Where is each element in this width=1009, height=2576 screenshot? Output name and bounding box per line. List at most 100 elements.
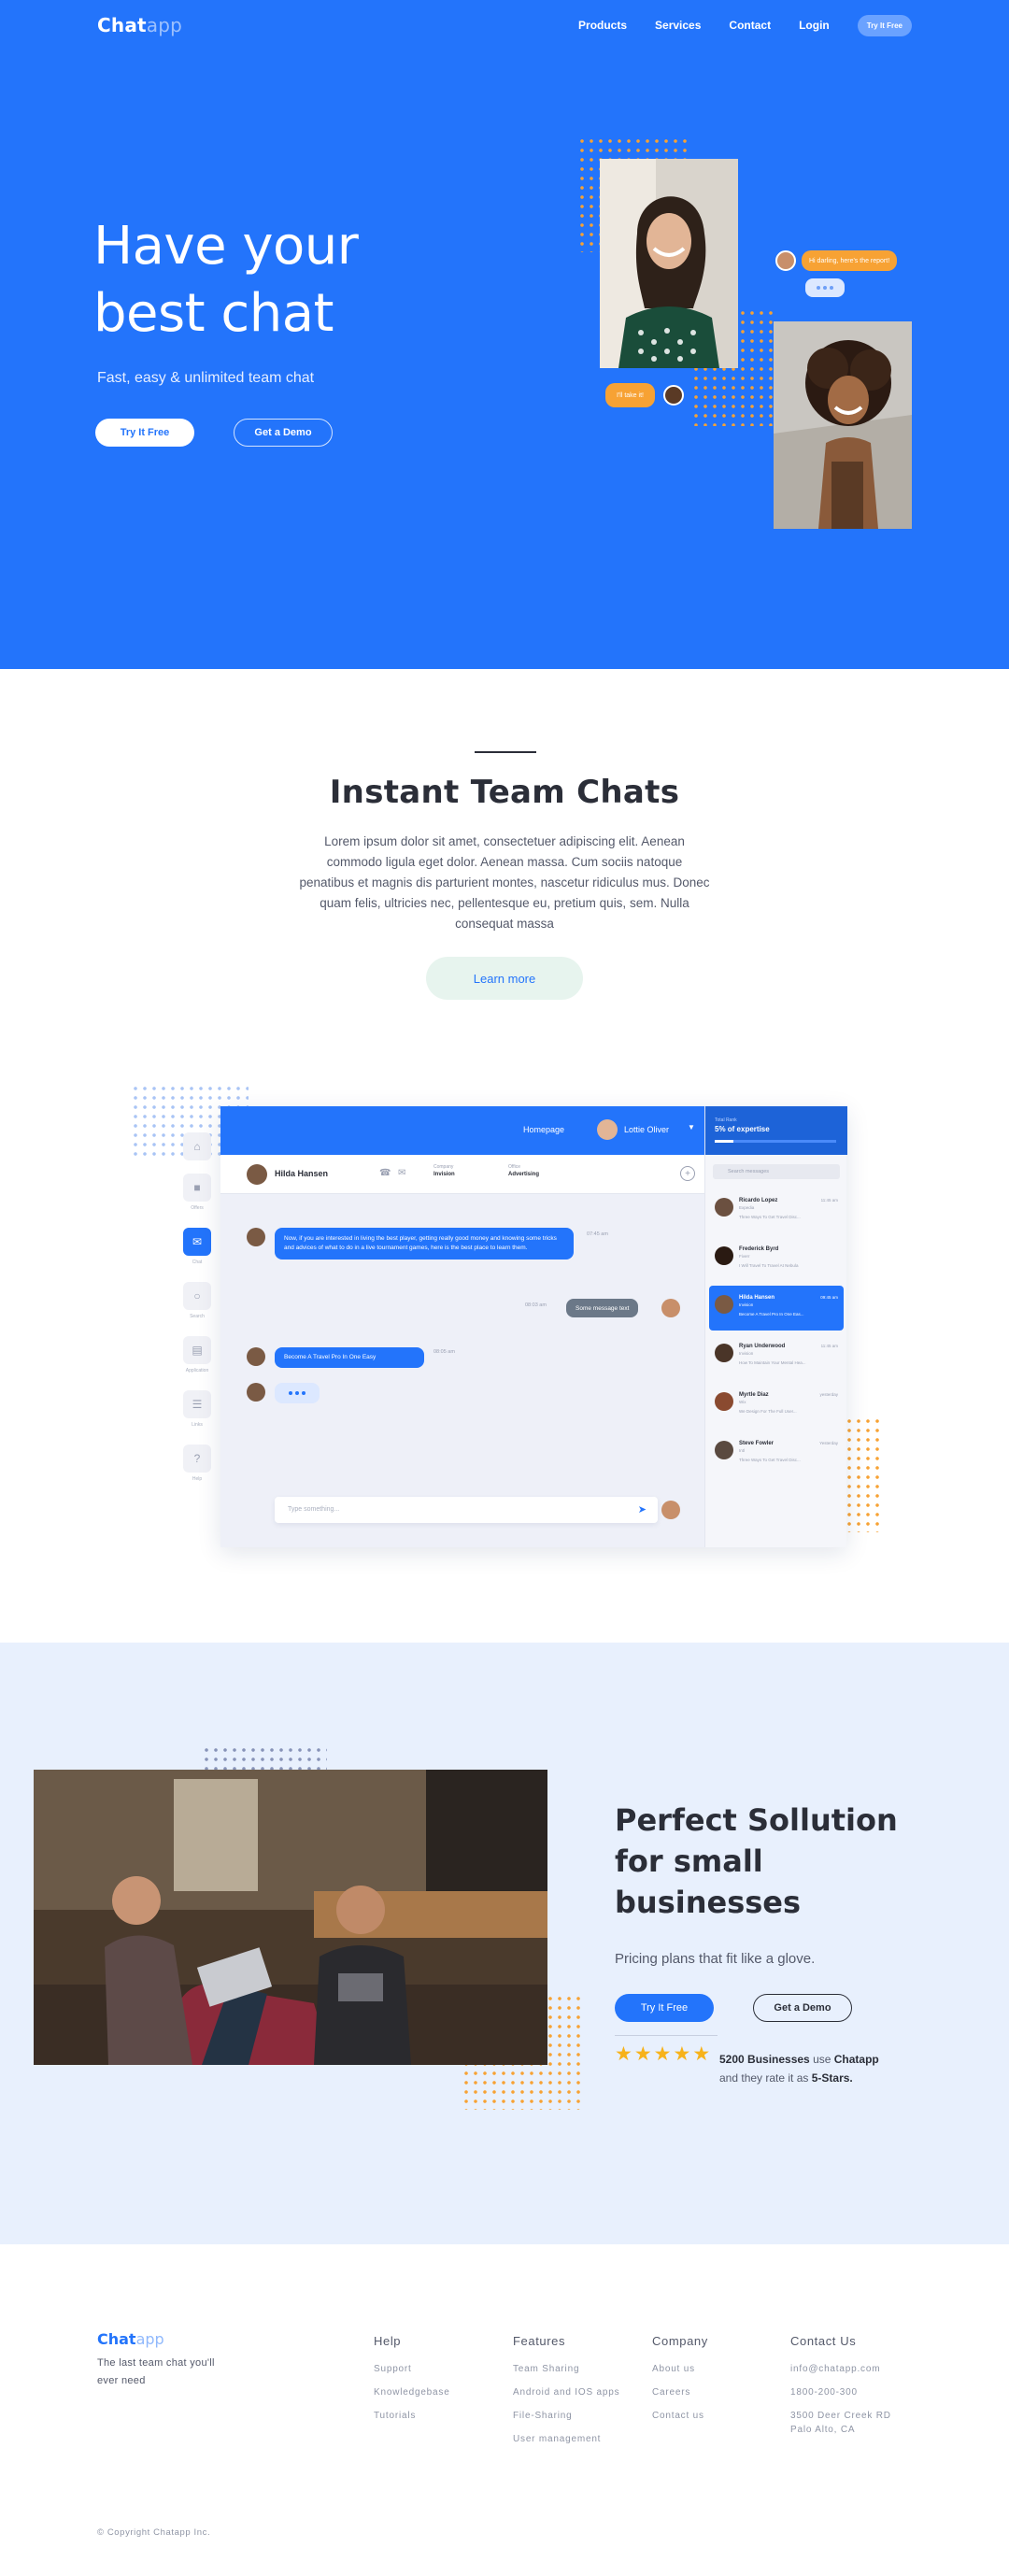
message-input-placeholder: Type something...	[288, 1506, 340, 1513]
section-title: Instant Team Chats	[329, 774, 680, 811]
footer-link-apps[interactable]: Android and IOS apps	[513, 2381, 619, 2404]
nav-link-login[interactable]: Login	[799, 19, 830, 32]
perfect-subtitle: Pricing plans that fit like a glove.	[615, 1951, 816, 1967]
user-avatar	[597, 1119, 618, 1140]
app-homepage-link[interactable]: Homepage	[523, 1125, 564, 1134]
rating-line2: and they rate it as	[719, 2071, 812, 2085]
contact-name: Ricardo Lopez	[739, 1198, 778, 1203]
star-icon: ★	[673, 2043, 691, 2065]
footer-email-link[interactable]: info@chatapp.com	[790, 2357, 891, 2381]
footer-logo-main: Chat	[97, 2330, 136, 2348]
footer-col-heading: Features	[513, 2334, 566, 2348]
phone-icon[interactable]: ☎	[379, 1168, 391, 1178]
team-photo-image	[34, 1770, 547, 2065]
rail-item-search[interactable]: ○ Search	[183, 1282, 211, 1319]
contact-company: Expedia	[739, 1205, 755, 1210]
contact-item[interactable]: Frederick Byrd Fiverr I Will Travel To T…	[709, 1237, 844, 1282]
add-icon[interactable]: +	[680, 1166, 695, 1181]
decor-dots	[202, 1745, 327, 1770]
footer-col-contact: Contact Us info@chatapp.com 1800-200-300…	[790, 2334, 891, 2437]
logo-light: app	[146, 14, 183, 36]
chevron-down-icon[interactable]: ▼	[688, 1123, 695, 1131]
logo[interactable]: Chatapp	[97, 14, 182, 36]
conversation-avatar	[247, 1164, 267, 1185]
hero-bubble-left: I'll take it!	[605, 383, 655, 407]
contact-company: Invision	[739, 1351, 754, 1356]
woman-photo-1	[600, 159, 738, 368]
office-label: Office	[508, 1164, 520, 1170]
message-bubble: Become A Travel Pro In One Easy	[275, 1347, 424, 1368]
hero-try-free-button[interactable]: Try It Free	[95, 419, 194, 447]
rail-item-help[interactable]: ? Help	[183, 1445, 211, 1482]
help-icon: ?	[183, 1445, 211, 1473]
contact-avatar	[715, 1198, 733, 1217]
contact-item[interactable]: Ryan Underwood Invision How To Maintain …	[709, 1334, 844, 1379]
contact-name: Frederick Byrd	[739, 1246, 779, 1252]
contact-name: Myrtle Diaz	[739, 1392, 769, 1398]
rail-item-chat[interactable]: ✉ Chat	[183, 1228, 211, 1265]
perfect-title-line1: Perfect Sollution	[615, 1802, 898, 1838]
footer-logo[interactable]: Chatapp	[97, 2330, 164, 2348]
rating-stars-label: 5-Stars.	[811, 2071, 853, 2085]
footer-link-careers[interactable]: Careers	[652, 2381, 708, 2404]
nav-try-free-button[interactable]: Try It Free	[857, 14, 912, 36]
rail-item-links[interactable]: ☰ Links	[183, 1390, 211, 1428]
company-label: Company	[433, 1164, 454, 1170]
footer-link-file-sharing[interactable]: File-Sharing	[513, 2404, 619, 2427]
contact-item[interactable]: Ricardo Lopez Expedia Three Ways To Get …	[709, 1188, 844, 1233]
contact-company: Invision	[739, 1302, 754, 1307]
footer-link-contact[interactable]: Contact us	[652, 2404, 708, 2427]
rating-count: 5200 Businesses	[719, 2053, 810, 2066]
perfect-get-demo-button[interactable]: Get a Demo	[753, 1994, 852, 2022]
rating-brand: Chatapp	[833, 2053, 879, 2066]
rail-item-home[interactable]: ⌂	[183, 1132, 211, 1160]
footer-copyright: © Copyright Chatapp Inc.	[97, 2527, 211, 2538]
contacts-search-input[interactable]: Search messages	[713, 1164, 840, 1179]
document-icon: ▤	[183, 1336, 211, 1364]
contact-last-message: We Design For The Full User...	[739, 1409, 797, 1414]
rail-label: Links	[192, 1422, 203, 1428]
chat-app-mockup: Homepage Lottie Oliver ▼ Hilda Hansen ☎ …	[220, 1106, 847, 1547]
contact-item-active[interactable]: Hilda Hansen Invision Become A Travel Pr…	[709, 1286, 844, 1331]
hero-get-demo-button[interactable]: Get a Demo	[234, 419, 333, 447]
perfect-try-free-button[interactable]: Try It Free	[615, 1994, 714, 2022]
mail-icon[interactable]: ✉	[398, 1168, 405, 1178]
footer-link-user-management[interactable]: User management	[513, 2427, 619, 2451]
rail-item-offers[interactable]: ■ Offers	[183, 1174, 211, 1211]
user-name[interactable]: Lottie Oliver	[624, 1125, 669, 1134]
message-avatar	[247, 1383, 265, 1402]
nav-link-products[interactable]: Products	[578, 19, 627, 32]
contact-company: Wix	[739, 1400, 746, 1404]
nav-link-services[interactable]: Services	[655, 19, 701, 32]
hero-avatar-right	[775, 250, 796, 271]
decor-dots	[845, 1416, 882, 1532]
send-icon[interactable]: ➤	[638, 1503, 647, 1516]
contact-item[interactable]: Myrtle Diaz Wix We Design For The Full U…	[709, 1383, 844, 1428]
rail-label: Offers	[191, 1205, 204, 1211]
conversation-header: Hilda Hansen ☎ ✉ Company Invision Office…	[220, 1155, 704, 1194]
footer-link-knowledgebase[interactable]: Knowledgebase	[374, 2381, 450, 2404]
message-time: 07:45 am	[587, 1231, 608, 1237]
footer-link-tutorials[interactable]: Tutorials	[374, 2404, 450, 2427]
footer-link-support[interactable]: Support	[374, 2357, 450, 2381]
contact-item[interactable]: Steve Fowler Intl Three Ways To Get Trav…	[709, 1431, 844, 1476]
contact-avatar	[715, 1246, 733, 1265]
hero-bubble-right: Hi darling, here's the report!	[802, 250, 898, 271]
footer-link-about[interactable]: About us	[652, 2357, 708, 2381]
logo-main: Chat	[97, 14, 147, 36]
contact-last-message: Become A Travel Pro In One Eas...	[739, 1312, 804, 1316]
nav-link-contact[interactable]: Contact	[729, 19, 771, 32]
contacts-sidebar: Total Rank 5% of expertise Search messag…	[704, 1106, 847, 1547]
list-icon: ☰	[183, 1390, 211, 1418]
star-icon: ★	[653, 2043, 672, 2065]
message-input[interactable]: Type something... ➤	[275, 1497, 658, 1523]
message-avatar	[661, 1299, 680, 1317]
message-bubble: Now, if you are interested in living the…	[275, 1228, 574, 1260]
rail-item-application[interactable]: ▤ Application	[183, 1336, 211, 1373]
footer-link-team-sharing[interactable]: Team Sharing	[513, 2357, 619, 2381]
message-avatar	[661, 1501, 680, 1519]
star-icon: ★	[615, 2043, 632, 2065]
footer-phone-link[interactable]: 1800-200-300	[790, 2381, 891, 2404]
rail-label: Chat	[192, 1260, 203, 1265]
learn-more-button[interactable]: Learn more	[426, 957, 583, 1000]
